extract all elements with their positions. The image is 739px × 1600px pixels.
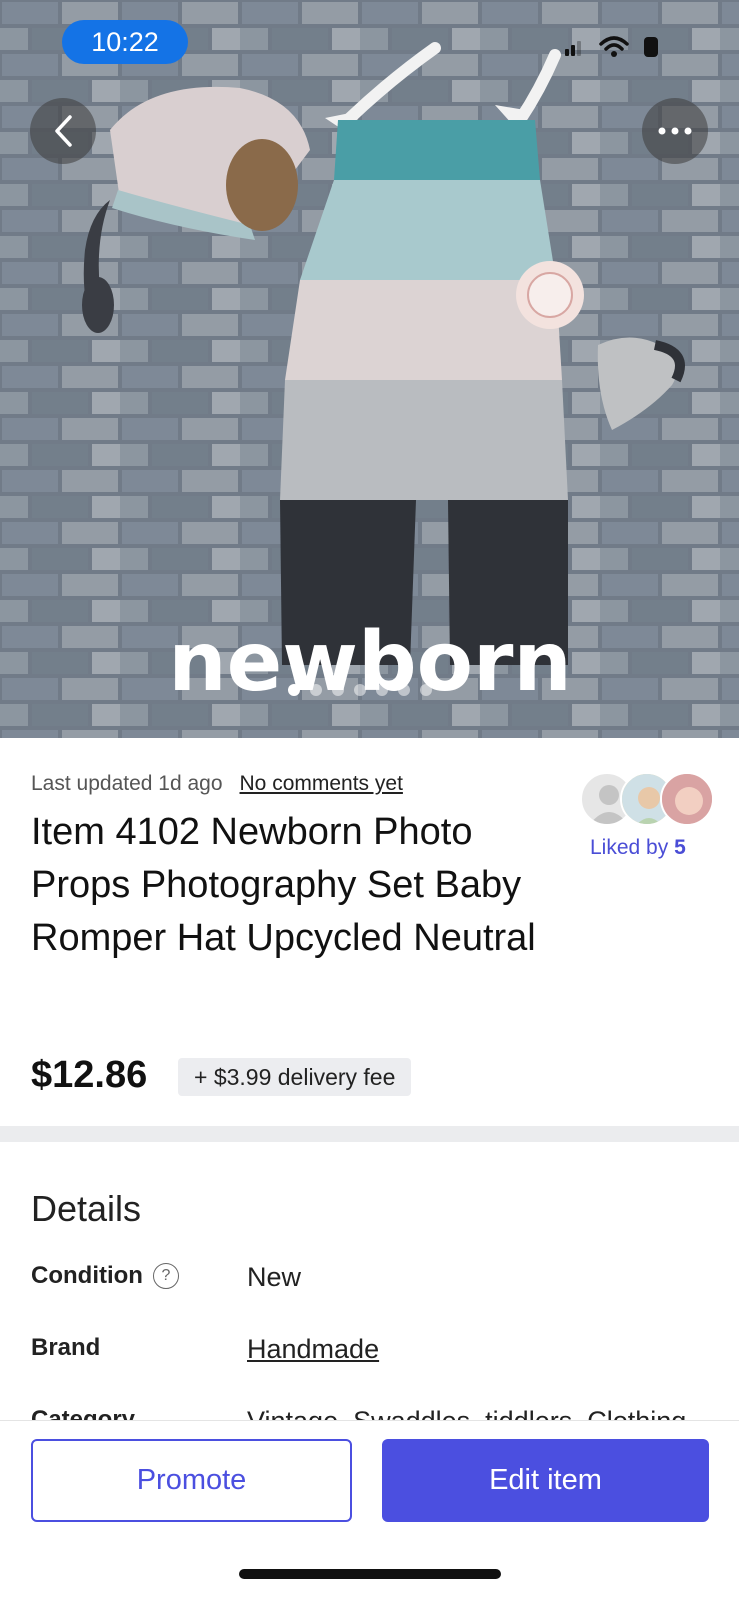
carousel-dot[interactable] xyxy=(398,684,410,696)
liked-by-prefix: Liked by xyxy=(590,836,669,859)
status-icons xyxy=(565,34,661,60)
back-chevron-icon xyxy=(55,115,72,147)
condition-value: New xyxy=(247,1262,302,1292)
comments-link[interactable]: No comments yet xyxy=(240,772,403,796)
avatar xyxy=(660,772,714,826)
delivery-fee-badge: + $3.99 delivery fee xyxy=(178,1058,412,1096)
detail-row-category: Category Vintage, Swaddles, tiddlers, Cl… xyxy=(31,1406,721,1420)
details-heading: Details xyxy=(31,1188,142,1229)
brand-label: Brand xyxy=(31,1334,101,1361)
last-updated-text: Last updated 1d ago xyxy=(31,772,223,795)
carousel-dot[interactable] xyxy=(420,684,432,696)
help-circle-icon[interactable]: ? xyxy=(152,1263,179,1289)
more-dots-icon xyxy=(658,127,692,135)
likes-widget[interactable]: Liked by 5 xyxy=(580,772,714,860)
carousel-dot[interactable] xyxy=(376,684,388,696)
battery-icon xyxy=(644,37,658,57)
brand-link[interactable]: Handmade xyxy=(247,1334,379,1365)
status-time: 10:22 xyxy=(62,20,188,64)
listing-photo-carousel[interactable]: newborn 10:22 xyxy=(0,0,739,738)
home-indicator[interactable] xyxy=(239,1569,501,1579)
listing-meta: Last updated 1d ago No comments yet xyxy=(31,772,403,796)
signal-icon xyxy=(565,41,581,56)
wifi-icon xyxy=(599,36,629,57)
category-label: Category xyxy=(31,1406,136,1420)
liked-by-count: 5 xyxy=(674,836,686,859)
condition-label: Condition xyxy=(31,1262,143,1289)
carousel-dot[interactable] xyxy=(354,684,366,696)
edit-item-button[interactable]: Edit item xyxy=(382,1439,709,1522)
detail-label: Condition ? xyxy=(31,1262,179,1290)
promote-button[interactable]: Promote xyxy=(31,1439,352,1522)
bottom-action-bar: Promote Edit item xyxy=(0,1420,739,1600)
carousel-dot[interactable] xyxy=(288,684,300,696)
category-value[interactable]: Vintage, Swaddles, tiddlers, Clothing xyxy=(247,1406,686,1420)
back-button[interactable] xyxy=(30,98,96,164)
carousel-dot[interactable] xyxy=(310,684,322,696)
carousel-dot[interactable] xyxy=(332,684,344,696)
listing-photo: newborn xyxy=(0,0,739,738)
more-options-button[interactable] xyxy=(642,98,708,164)
avatar-photo-icon xyxy=(662,774,712,824)
item-price: $12.86 xyxy=(31,1054,148,1096)
section-divider xyxy=(0,1126,739,1142)
item-title: Item 4102 Newborn Photo Props Photograph… xyxy=(31,811,536,959)
liked-by-label: Liked by 5 xyxy=(590,836,710,860)
liker-avatars xyxy=(580,772,714,828)
carousel-dots[interactable] xyxy=(288,684,432,696)
